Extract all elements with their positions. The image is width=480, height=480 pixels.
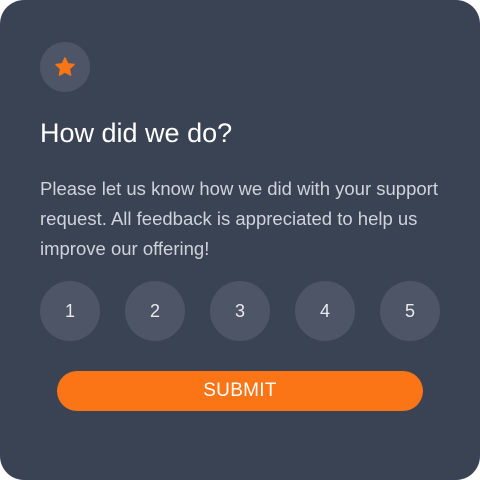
rating-button-3[interactable]: 3: [210, 281, 270, 341]
star-badge: [40, 42, 90, 92]
rating-button-1[interactable]: 1: [40, 281, 100, 341]
submit-button[interactable]: SUBMIT: [57, 371, 423, 411]
card-title: How did we do?: [40, 118, 233, 148]
card-description: Please let us know how we did with your …: [40, 178, 438, 259]
rating-button-2[interactable]: 2: [125, 281, 185, 341]
rating-card: How did we do? Please let us know how we…: [0, 0, 480, 480]
star-icon: [55, 57, 75, 76]
rating-options: 1 2 3 4 5: [40, 281, 440, 341]
rating-button-5[interactable]: 5: [380, 281, 440, 341]
rating-button-4[interactable]: 4: [295, 281, 355, 341]
